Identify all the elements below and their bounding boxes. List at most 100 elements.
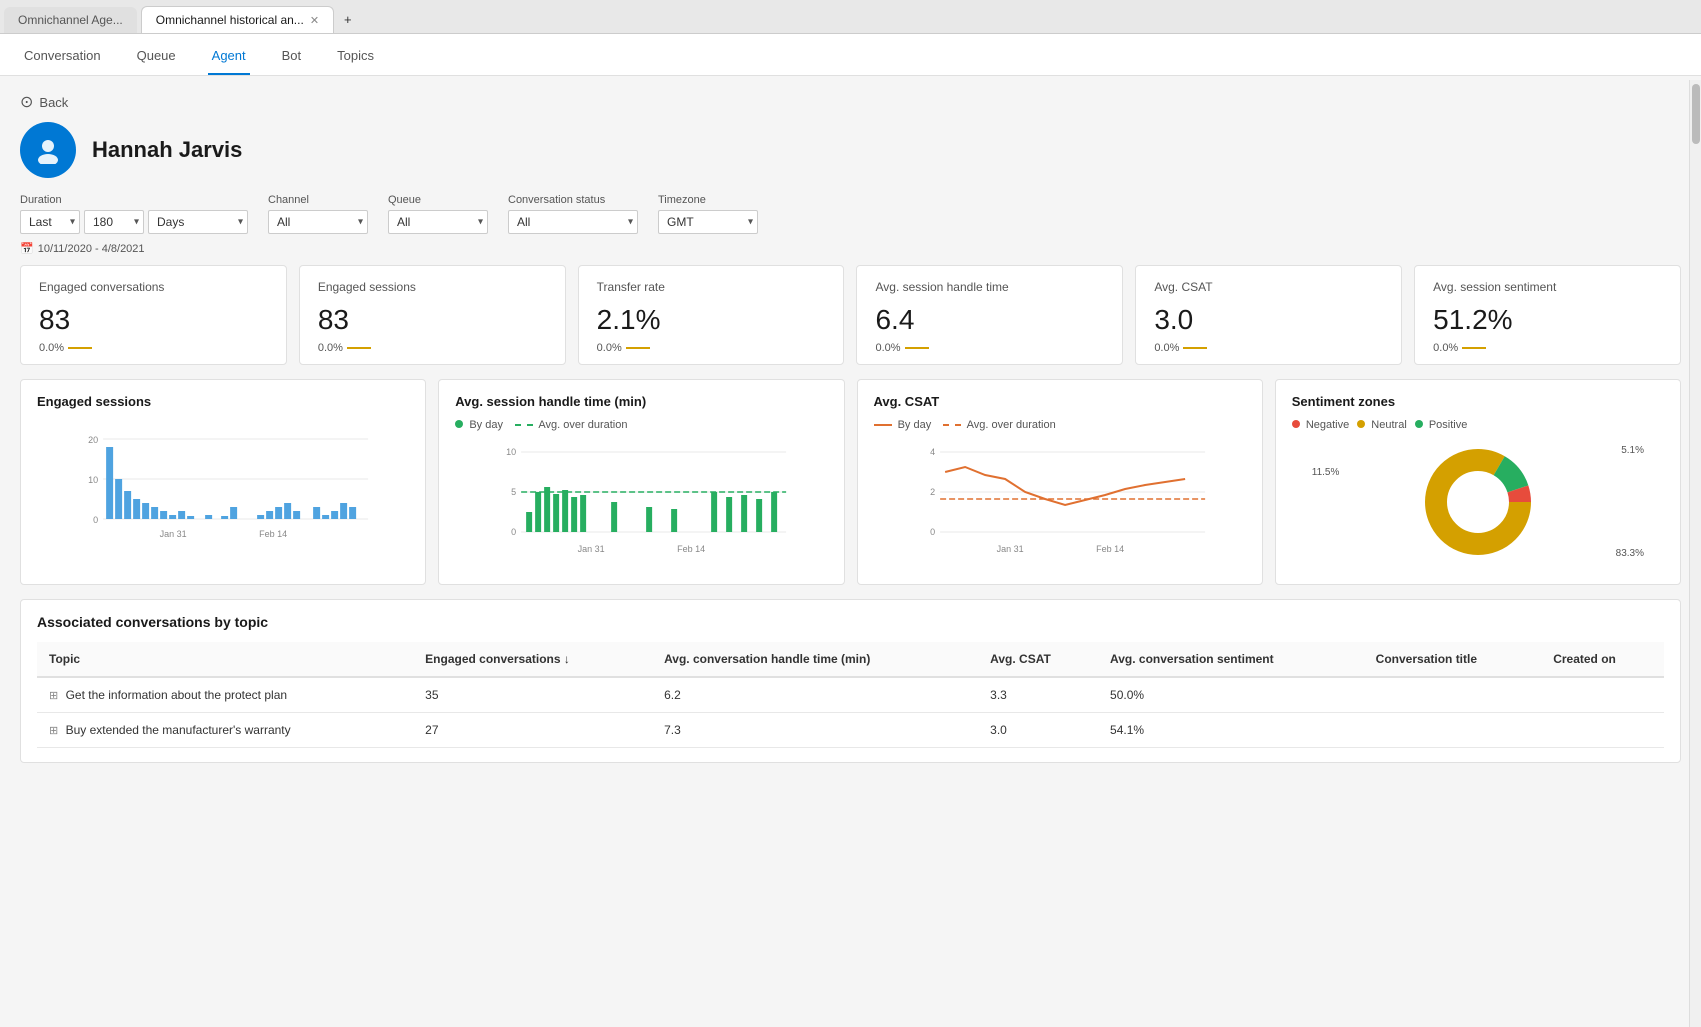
csat-chart: 4 2 0 Jan 31 Feb 14 xyxy=(874,437,1246,567)
svg-text:Feb 14: Feb 14 xyxy=(677,544,705,554)
row-0-conv-title xyxy=(1364,677,1542,713)
table-section-title: Associated conversations by topic xyxy=(37,614,1664,630)
row-0-created-on xyxy=(1541,677,1664,713)
kpi-4-value: 3.0 xyxy=(1154,304,1383,336)
kpi-engaged-sessions: Engaged sessions 83 0.0% xyxy=(299,265,566,365)
col-topic: Topic xyxy=(37,642,413,677)
chart-3-legend: Negative Neutral Positive xyxy=(1292,419,1664,431)
legend-negative: Negative xyxy=(1292,419,1349,431)
nav-queue[interactable]: Queue xyxy=(133,34,180,75)
svg-text:2: 2 xyxy=(930,487,935,497)
nav-agent[interactable]: Agent xyxy=(208,34,250,75)
sentiment-label-neutral-pct: 83.3% xyxy=(1616,548,1644,559)
add-tab-button[interactable]: + xyxy=(334,6,362,33)
chart-avg-handle-time: Avg. session handle time (min) By day Av… xyxy=(438,379,844,585)
row-0-avg-csat: 3.3 xyxy=(978,677,1098,713)
kpi-0-title: Engaged conversations xyxy=(39,280,268,294)
nav-bot[interactable]: Bot xyxy=(278,34,306,75)
legend-avg-csat: Avg. over duration xyxy=(943,419,1056,431)
kpi-5-sub: 0.0% xyxy=(1433,342,1662,354)
kpi-0-value: 83 xyxy=(39,304,268,336)
kpi-1-sub: 0.0% xyxy=(318,342,547,354)
timezone-select[interactable]: GMT xyxy=(658,210,758,234)
back-icon: ⊙ xyxy=(20,92,33,112)
chart-0-title: Engaged sessions xyxy=(37,394,409,409)
kpi-5-value: 51.2% xyxy=(1433,304,1662,336)
col-avg-handle: Avg. conversation handle time (min) xyxy=(652,642,978,677)
col-avg-sentiment: Avg. conversation sentiment xyxy=(1098,642,1364,677)
negative-dot xyxy=(1292,420,1300,428)
kpi-3-sub: 0.0% xyxy=(875,342,1104,354)
timezone-filter: Timezone GMT xyxy=(658,194,758,234)
kpi-2-value: 2.1% xyxy=(597,304,826,336)
col-conv-title: Conversation title xyxy=(1364,642,1542,677)
legend-dot-green xyxy=(455,420,463,428)
legend-by-day: By day xyxy=(455,419,503,431)
kpi-transfer-rate: Transfer rate 2.1% 0.0% xyxy=(578,265,845,365)
back-button[interactable]: ⊙ Back xyxy=(20,92,1681,112)
channel-select[interactable]: All xyxy=(268,210,368,234)
chart-2-legend: By day Avg. over duration xyxy=(874,419,1246,431)
chart-engaged-sessions: Engaged sessions 20 10 0 xyxy=(20,379,426,585)
kpi-row: Engaged conversations 83 0.0% Engaged se… xyxy=(20,265,1681,365)
svg-text:20: 20 xyxy=(88,435,98,445)
donut-chart xyxy=(1418,442,1538,562)
kpi-5-bar xyxy=(1462,347,1486,349)
kpi-3-bar xyxy=(905,347,929,349)
legend-dash-orange xyxy=(943,424,961,426)
nav-topics[interactable]: Topics xyxy=(333,34,378,75)
legend-positive: Positive xyxy=(1415,419,1468,431)
kpi-0-sub: 0.0% xyxy=(39,342,268,354)
conversation-status-filter: Conversation status All xyxy=(508,194,638,234)
svg-text:10: 10 xyxy=(506,447,516,457)
browser-tab-2[interactable]: Omnichannel historical an... ✕ xyxy=(141,6,334,33)
kpi-3-value: 6.4 xyxy=(875,304,1104,336)
row-0-expand-button[interactable]: ⊞ xyxy=(49,690,58,702)
col-avg-csat: Avg. CSAT xyxy=(978,642,1098,677)
svg-text:0: 0 xyxy=(930,527,935,537)
row-0-avg-handle: 6.2 xyxy=(652,677,978,713)
row-1-topic: ⊞ Buy extended the manufacturer's warran… xyxy=(37,713,413,748)
row-1-engaged-conv: 27 xyxy=(413,713,652,748)
legend-neutral: Neutral xyxy=(1357,419,1407,431)
kpi-1-bar xyxy=(347,347,371,349)
sentiment-label-positive-pct: 11.5% xyxy=(1312,467,1340,478)
duration-type-select[interactable]: Last xyxy=(20,210,80,234)
browser-tab-1-label: Omnichannel Age... xyxy=(18,13,123,27)
table-row: ⊞ Buy extended the manufacturer's warran… xyxy=(37,713,1664,748)
queue-select[interactable]: All xyxy=(388,210,488,234)
handle-time-chart: 10 5 0 xyxy=(455,437,827,567)
kpi-4-title: Avg. CSAT xyxy=(1154,280,1383,294)
row-1-avg-csat: 3.0 xyxy=(978,713,1098,748)
conv-status-select[interactable]: All xyxy=(508,210,638,234)
row-1-expand-button[interactable]: ⊞ xyxy=(49,725,58,737)
channel-filter: Channel All xyxy=(268,194,368,234)
kpi-avg-session-handle: Avg. session handle time 6.4 0.0% xyxy=(856,265,1123,365)
kpi-avg-sentiment: Avg. session sentiment 51.2% 0.0% xyxy=(1414,265,1681,365)
row-1-avg-handle: 7.3 xyxy=(652,713,978,748)
kpi-3-title: Avg. session handle time xyxy=(875,280,1104,294)
timezone-label: Timezone xyxy=(658,194,758,206)
legend-avg: Avg. over duration xyxy=(515,419,628,431)
scrollbar[interactable] xyxy=(1689,80,1701,1027)
nav-conversation[interactable]: Conversation xyxy=(20,34,105,75)
chart-1-legend: By day Avg. over duration xyxy=(455,419,827,431)
browser-tab-1[interactable]: Omnichannel Age... xyxy=(4,7,137,33)
duration-value-select[interactable]: 180 xyxy=(84,210,144,234)
svg-text:Feb 14: Feb 14 xyxy=(1096,544,1124,554)
svg-text:5: 5 xyxy=(511,487,516,497)
col-engaged-conv[interactable]: Engaged conversations ↓ xyxy=(413,642,652,677)
filter-bar: Duration Last 180 Days xyxy=(20,194,1681,234)
kpi-4-sub: 0.0% xyxy=(1154,342,1383,354)
browser-tab-2-label: Omnichannel historical an... xyxy=(156,13,304,27)
positive-dot xyxy=(1415,420,1423,428)
sentiment-label-negative-pct: 5.1% xyxy=(1621,445,1644,456)
duration-unit-select[interactable]: Days xyxy=(148,210,248,234)
agent-avatar xyxy=(20,122,76,178)
svg-text:10: 10 xyxy=(88,475,98,485)
scrollbar-thumb[interactable] xyxy=(1692,84,1700,144)
row-1-created-on xyxy=(1541,713,1664,748)
chart-2-title: Avg. CSAT xyxy=(874,394,1246,409)
svg-text:4: 4 xyxy=(930,447,935,457)
close-tab-icon[interactable]: ✕ xyxy=(310,14,319,27)
